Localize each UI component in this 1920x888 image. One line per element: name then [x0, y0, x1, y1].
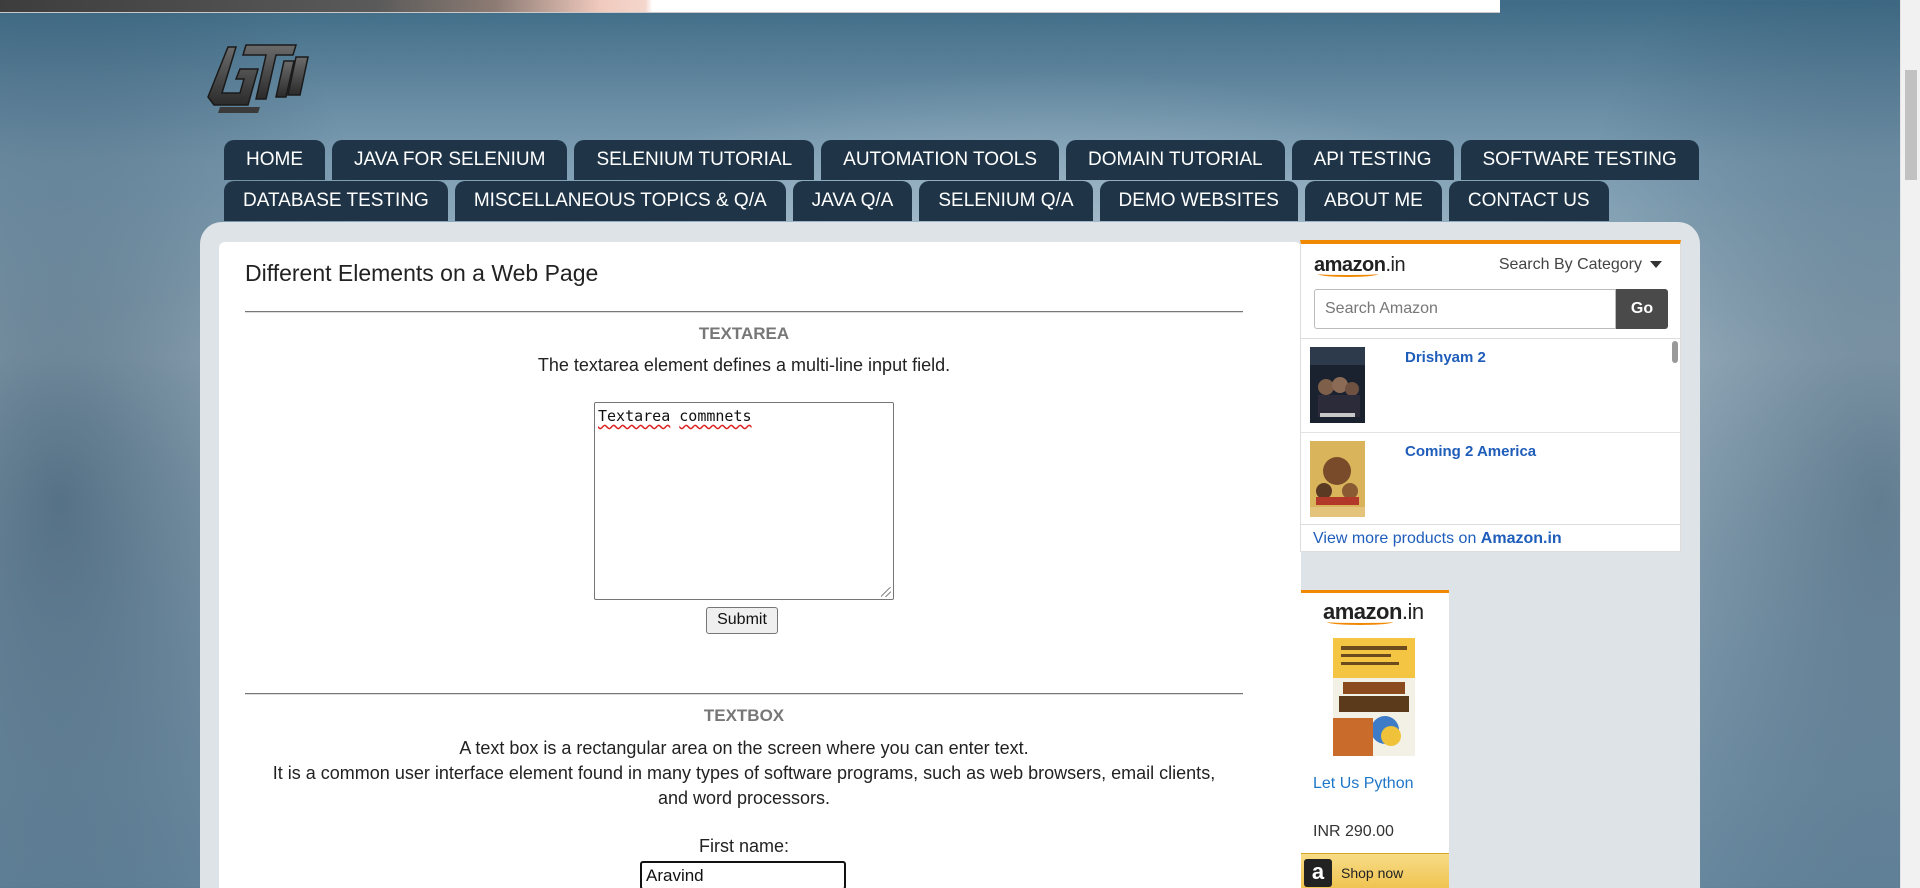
nav-automation-tools[interactable]: AUTOMATION TOOLS [821, 140, 1060, 180]
nav-java-qa[interactable]: JAVA Q/A [792, 181, 913, 221]
book-cover-image[interactable] [1333, 638, 1415, 756]
product-title[interactable]: Let Us Python [1313, 775, 1414, 793]
scrollbar-thumb[interactable] [1905, 70, 1917, 180]
product-price: INR 290.00 [1313, 823, 1394, 840]
amazon-a-icon: a [1304, 859, 1332, 887]
amazon-logo[interactable]: amazon.in [1314, 254, 1406, 277]
nav-selenium-qa[interactable]: SELENIUM Q/A [919, 181, 1093, 221]
list-scrollbar[interactable] [1672, 341, 1678, 363]
textarea-description: The textarea element defines a multi-lin… [537, 355, 951, 375]
nav-row-1: HOME JAVA FOR SELENIUM SELENIUM TUTORIAL… [224, 140, 1699, 181]
page-scrollbar[interactable] [1900, 0, 1920, 888]
textbox-description-line-3: and word processors. [657, 788, 831, 808]
nav-selenium-tutorial[interactable]: SELENIUM TUTORIAL [574, 140, 815, 180]
amazon-product-widget: amazon.in Let Us Python INR 290.00 a Sho… [1301, 590, 1449, 888]
textbox-description-line-1: A text box is a rectangular area on the … [459, 738, 1029, 758]
nav-software-testing[interactable]: SOFTWARE TESTING [1460, 140, 1699, 180]
main-navigation: HOME JAVA FOR SELENIUM SELENIUM TUTORIAL… [224, 140, 1699, 222]
product-title[interactable]: Coming 2 America [1405, 443, 1536, 460]
submit-button[interactable]: Submit [706, 607, 778, 634]
divider [245, 693, 1243, 695]
list-item[interactable]: Drishyam 2 [1301, 339, 1680, 433]
textarea-word-1: Textarea [598, 407, 671, 425]
nav-demo-websites[interactable]: DEMO WEBSITES [1099, 181, 1298, 221]
nav-java-for-selenium[interactable]: JAVA FOR SELENIUM [332, 140, 568, 180]
textbox-description-line-2: It is a common user interface element fo… [272, 763, 1216, 783]
go-button[interactable]: Go [1616, 289, 1668, 329]
view-more-link[interactable]: View more products on Amazon.in [1301, 524, 1680, 552]
nav-miscellaneous[interactable]: MISCELLANEOUS TOPICS & Q/A [454, 181, 786, 221]
shop-now-button[interactable]: a Shop now [1301, 853, 1449, 888]
first-name-label: First name: [698, 836, 790, 856]
chevron-down-icon [1650, 261, 1662, 269]
nav-home[interactable]: HOME [224, 140, 325, 180]
nav-about-me[interactable]: ABOUT ME [1304, 181, 1442, 221]
amazon-search-widget: amazon.in Search By Category Search Amaz… [1300, 240, 1681, 552]
textarea-word-2: commnets [679, 407, 752, 425]
category-dropdown[interactable]: Search By Category [1499, 256, 1662, 274]
main-content: Different Elements on a Web Page TEXTARE… [219, 242, 1301, 888]
list-item[interactable]: Coming 2 America [1301, 433, 1680, 518]
product-thumbnail[interactable] [1310, 347, 1365, 423]
resize-handle-icon[interactable] [881, 587, 891, 597]
nav-domain-tutorial[interactable]: DOMAIN TUTORIAL [1066, 140, 1285, 180]
comments-textarea[interactable]: Textarea commnets [594, 402, 894, 600]
divider [245, 311, 1243, 313]
page-title: Different Elements on a Web Page [245, 260, 599, 286]
product-list: Drishyam 2 Coming 2 America [1301, 338, 1680, 518]
first-name-input[interactable]: Aravind [640, 861, 846, 888]
amazon-search-input[interactable]: Search Amazon [1314, 289, 1616, 329]
nav-database-testing[interactable]: DATABASE TESTING [224, 181, 448, 221]
top-banner-image [0, 0, 1500, 13]
nav-contact-us[interactable]: CONTACT US [1448, 181, 1609, 221]
nav-api-testing[interactable]: API TESTING [1291, 140, 1454, 180]
amazon-logo[interactable]: amazon.in [1323, 599, 1433, 625]
product-thumbnail[interactable] [1310, 441, 1365, 517]
nav-row-2: DATABASE TESTING MISCELLANEOUS TOPICS & … [224, 181, 1664, 222]
textbox-heading: TEXTBOX [703, 706, 785, 725]
textarea-heading: TEXTAREA [698, 324, 790, 343]
site-logo[interactable] [200, 35, 322, 125]
shop-now-label: Shop now [1341, 865, 1404, 881]
product-title[interactable]: Drishyam 2 [1405, 349, 1486, 366]
